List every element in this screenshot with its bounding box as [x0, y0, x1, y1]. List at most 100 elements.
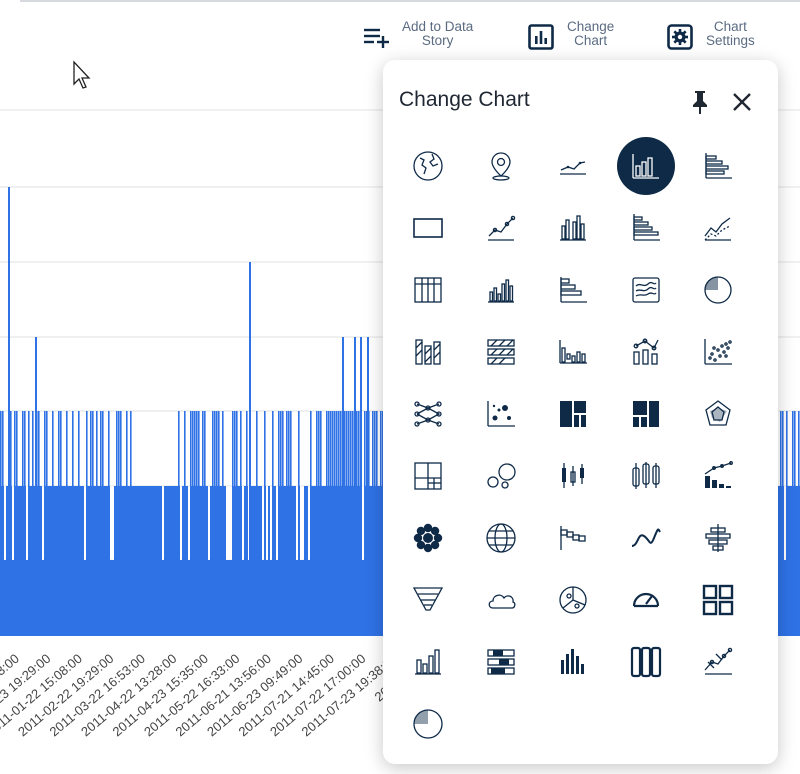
chart-bar	[154, 486, 156, 560]
close-icon[interactable]	[728, 88, 756, 116]
chart-type-word-cloud[interactable]	[470, 569, 532, 631]
chart-type-treemap-alt[interactable]	[615, 383, 677, 445]
chart-type-packed-bubble[interactable]	[470, 445, 532, 507]
chart-gap	[308, 486, 309, 560]
chart-bar	[290, 411, 292, 486]
chart-type-pie-alt[interactable]	[397, 693, 459, 755]
chart-type-stacked-horizontal-bar[interactable]	[615, 197, 677, 259]
chart-type-grouped-column[interactable]	[542, 197, 604, 259]
chart-bar	[136, 486, 138, 560]
chart-type-small-column[interactable]	[397, 631, 459, 693]
chart-type-box-plot[interactable]	[615, 445, 677, 507]
chart-type-gauge[interactable]	[615, 569, 677, 631]
chart-bar	[350, 486, 352, 560]
chart-type-pie-drill[interactable]	[542, 569, 604, 631]
panel-title: Change Chart	[399, 88, 530, 111]
chart-type-trend-scatter[interactable]	[687, 631, 749, 693]
chart-bar	[66, 486, 68, 560]
chart-gap	[362, 486, 363, 560]
chart-type-combo[interactable]	[615, 321, 677, 383]
chart-bar	[348, 486, 350, 560]
chart-bar	[200, 486, 202, 560]
chart-bar	[304, 486, 306, 560]
chart-type-map-pin[interactable]	[470, 135, 532, 197]
chart-type-funnel[interactable]	[397, 569, 459, 631]
chart-bar	[22, 486, 24, 560]
chart-bar	[88, 486, 90, 560]
chart-bar	[40, 486, 42, 560]
chart-type-sunburst[interactable]	[397, 507, 459, 569]
add-to-data-story-button[interactable]: Add to Data Story	[362, 20, 473, 51]
chart-type-candlestick[interactable]	[542, 445, 604, 507]
pin-icon[interactable]	[686, 88, 714, 116]
chart-type-bubble-scatter[interactable]	[470, 383, 532, 445]
chart-bar	[236, 486, 238, 560]
chart-type-dashboard[interactable]	[687, 569, 749, 631]
chart-type-area[interactable]	[687, 197, 749, 259]
chart-bar	[278, 486, 280, 560]
chart-gap	[110, 486, 111, 560]
grouped-column-icon	[560, 215, 586, 241]
chart-type-spline[interactable]	[615, 507, 677, 569]
chart-bar	[86, 411, 88, 486]
chart-bar	[280, 411, 282, 486]
line-scatter-icon	[487, 215, 515, 241]
chart-type-gantt[interactable]	[470, 631, 532, 693]
chart-bar	[294, 486, 296, 560]
chart-bar	[142, 486, 144, 560]
chart-type-single-value[interactable]	[397, 197, 459, 259]
chart-type-column[interactable]	[615, 135, 677, 197]
chart-type-histogram[interactable]	[542, 631, 604, 693]
chart-type-line-scatter[interactable]	[470, 197, 532, 259]
chart-type-table[interactable]	[397, 259, 459, 321]
chart-type-network[interactable]	[397, 383, 459, 445]
chart-bar	[306, 486, 308, 560]
chart-gap	[276, 486, 277, 560]
chart-type-pivot[interactable]	[397, 445, 459, 507]
chart-type-treemap[interactable]	[542, 383, 604, 445]
chart-type-horizontal-bar[interactable]	[687, 135, 749, 197]
chart-bar	[240, 411, 242, 486]
chart-type-columns-outline[interactable]	[615, 631, 677, 693]
chart-type-globe[interactable]	[397, 135, 459, 197]
chart-type-stacked-hatched-column[interactable]	[397, 321, 459, 383]
chart-bar	[114, 486, 116, 560]
candlestick-icon	[562, 463, 584, 488]
chart-bar	[190, 486, 192, 560]
chart-bar	[380, 486, 382, 560]
radar-icon	[705, 400, 731, 426]
chart-bar	[90, 486, 92, 560]
change-chart-button[interactable]: Change Chart	[527, 20, 614, 51]
chart-type-diverging-bar[interactable]	[542, 507, 604, 569]
chart-bar	[198, 486, 200, 560]
chart-settings-button[interactable]: Chart Settings	[666, 20, 755, 51]
chart-bar	[164, 486, 166, 560]
chart-type-radar[interactable]	[687, 383, 749, 445]
chart-type-funnel-bars[interactable]	[687, 507, 749, 569]
chart-bar	[314, 486, 316, 560]
chart-type-bar[interactable]	[542, 259, 604, 321]
chart-bar	[330, 486, 332, 560]
chart-bar	[316, 486, 318, 560]
chart-type-waterfall[interactable]	[542, 321, 604, 383]
chart-bar	[788, 486, 790, 560]
chart-type-pie[interactable]	[687, 259, 749, 321]
chart-gap	[270, 486, 271, 560]
chart-bar	[370, 486, 372, 560]
columns-outline-icon	[630, 646, 661, 678]
chart-type-world-globe[interactable]	[470, 507, 532, 569]
chart-type-sparkline[interactable]	[542, 135, 604, 197]
chart-bar	[224, 486, 226, 560]
chart-type-column-histogram[interactable]	[470, 259, 532, 321]
chart-type-dot-scatter[interactable]	[687, 321, 749, 383]
chart-gap	[302, 486, 303, 560]
chart-bar	[62, 486, 64, 560]
chart-bar	[184, 411, 186, 486]
chart-type-pareto[interactable]	[687, 445, 749, 507]
chart-type-hatched-bar[interactable]	[470, 321, 532, 383]
chart-bar	[2, 486, 4, 560]
chart-type-stream[interactable]	[615, 259, 677, 321]
chart-bar	[206, 486, 208, 560]
chart-gap	[226, 486, 227, 560]
area-icon	[704, 217, 731, 241]
